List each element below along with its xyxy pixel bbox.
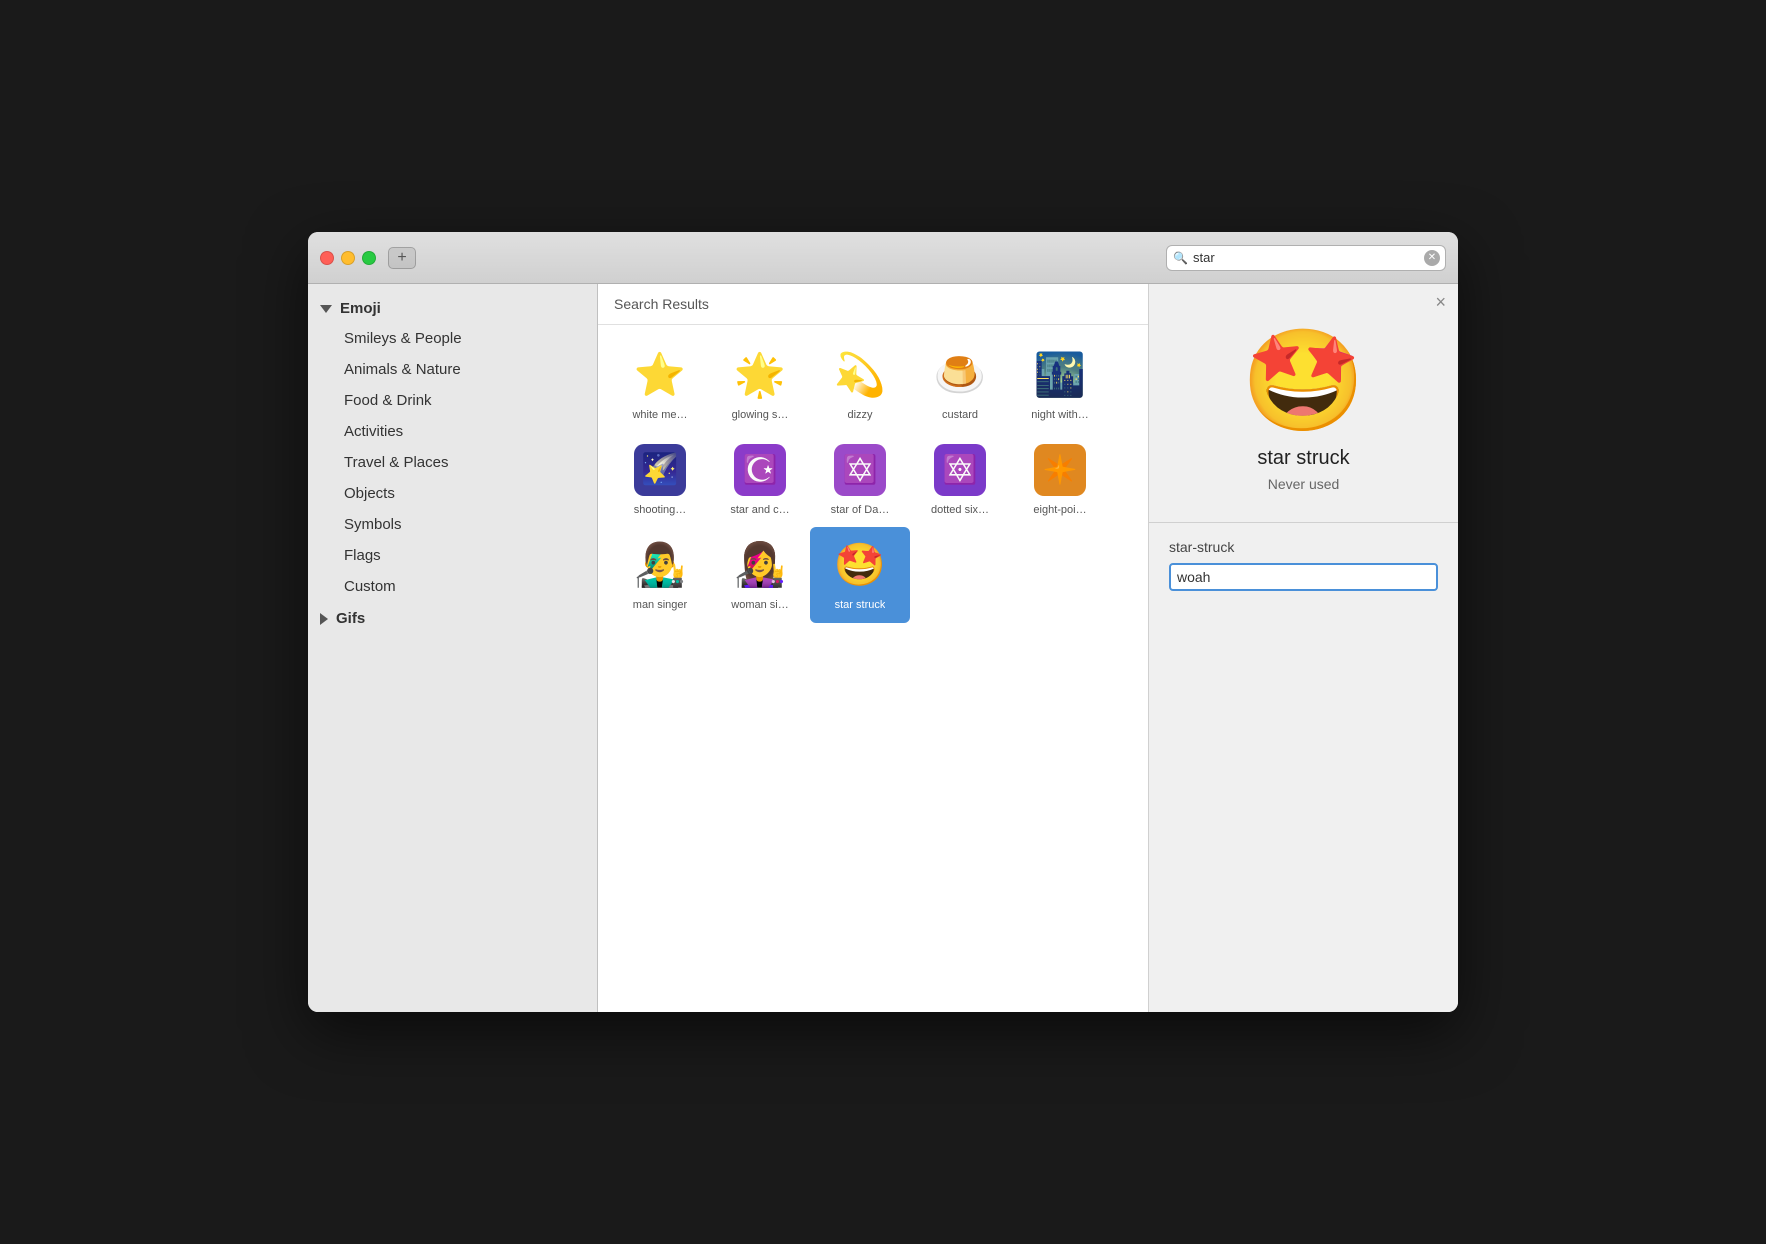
emoji-section-header[interactable]: Emoji <box>308 294 597 323</box>
emoji-item-man-singer[interactable]: 👨‍🎤 man singer <box>610 527 710 622</box>
emoji-label: eight-poi… <box>1033 504 1086 517</box>
sidebar-item-flags[interactable]: Flags <box>308 540 597 571</box>
search-clear-button[interactable]: ✕ <box>1424 250 1440 266</box>
emoji-icon: 👩‍🎤 <box>732 537 788 593</box>
sidebar-item-label: Smileys & People <box>344 330 462 347</box>
close-button[interactable] <box>320 251 334 265</box>
emoji-icon: 🌃 <box>1032 347 1088 403</box>
emoji-icon: 🌠 <box>632 442 688 498</box>
emoji-label: shooting… <box>634 504 687 517</box>
right-panel-close-button[interactable]: × <box>1423 284 1458 321</box>
search-input[interactable] <box>1166 245 1446 271</box>
sidebar-item-label: Food & Drink <box>344 392 432 409</box>
sidebar-item-label: Animals & Nature <box>344 361 461 378</box>
center-panel: Search Results ⭐ white me… 🌟 glowing s… … <box>598 284 1148 1012</box>
emoji-item-glowing-star[interactable]: 🌟 glowing s… <box>710 337 810 432</box>
sidebar-item-activities[interactable]: Activities <box>308 416 597 447</box>
sidebar-item-food[interactable]: Food & Drink <box>308 385 597 416</box>
gifs-section: Gifs <box>308 604 597 633</box>
emoji-label: star of Da… <box>831 504 890 517</box>
app-window: + 🔍 ✕ Emoji Smileys & People Animals & N… <box>308 232 1458 1012</box>
close-icon: × <box>1435 292 1446 312</box>
gifs-section-label: Gifs <box>336 610 365 627</box>
maximize-button[interactable] <box>362 251 376 265</box>
emoji-item-star-crescent[interactable]: ☪️ star and c… <box>710 432 810 527</box>
emoji-item-shooting-star[interactable]: 🌠 shooting… <box>610 432 710 527</box>
sidebar-item-label: Travel & Places <box>344 454 448 471</box>
sidebar-item-label: Objects <box>344 485 395 502</box>
emoji-item-dizzy[interactable]: 💫 dizzy <box>810 337 910 432</box>
emoji-item-night-stars[interactable]: 🌃 night with… <box>1010 337 1110 432</box>
emoji-icon: 🤩 <box>832 537 888 593</box>
sidebar-item-travel[interactable]: Travel & Places <box>308 447 597 478</box>
emoji-item-eight-star[interactable]: ✴️ eight-poi… <box>1010 432 1110 527</box>
preview-alias-input[interactable] <box>1169 563 1438 591</box>
minimize-button[interactable] <box>341 251 355 265</box>
emoji-item-white-star[interactable]: ⭐ white me… <box>610 337 710 432</box>
sidebar-item-animals[interactable]: Animals & Nature <box>308 354 597 385</box>
emoji-icon: ✴️ <box>1032 442 1088 498</box>
emoji-label: woman si… <box>731 599 788 612</box>
emoji-label: star and c… <box>730 504 789 517</box>
sidebar-item-label: Flags <box>344 547 381 564</box>
gifs-triangle-icon <box>320 613 328 625</box>
emoji-item-woman-singer[interactable]: 👩‍🎤 woman si… <box>710 527 810 622</box>
emoji-label: star struck <box>835 599 886 612</box>
sidebar-item-objects[interactable]: Objects <box>308 478 597 509</box>
sidebar-item-label: Custom <box>344 578 396 595</box>
emoji-icon: 🌟 <box>732 347 788 403</box>
sidebar-item-label: Symbols <box>344 516 402 533</box>
new-tab-button[interactable]: + <box>388 247 416 269</box>
emoji-label: dizzy <box>847 409 872 422</box>
search-icon: 🔍 <box>1173 251 1188 265</box>
main-content: Emoji Smileys & People Animals & Nature … <box>308 284 1458 1012</box>
traffic-lights <box>320 251 376 265</box>
sidebar-item-custom[interactable]: Custom <box>308 571 597 602</box>
new-tab-label: + <box>397 249 406 267</box>
emoji-icon: ☪️ <box>732 442 788 498</box>
search-container: 🔍 ✕ <box>1166 245 1446 271</box>
emoji-icon: ⭐ <box>632 347 688 403</box>
emoji-label: custard <box>942 409 978 422</box>
emoji-section-label: Emoji <box>340 300 381 317</box>
search-results-header: Search Results <box>598 284 1148 325</box>
emoji-label: dotted six… <box>931 504 989 517</box>
emoji-label: night with… <box>1031 409 1088 422</box>
titlebar: + 🔍 ✕ <box>308 232 1458 284</box>
emoji-item-star-david[interactable]: ✡️ star of Da… <box>810 432 910 527</box>
sidebar-item-label: Activities <box>344 423 403 440</box>
emoji-icon: 🍮 <box>932 347 988 403</box>
sidebar-item-smileys[interactable]: Smileys & People <box>308 323 597 354</box>
emoji-label: white me… <box>632 409 687 422</box>
emoji-item-star-struck[interactable]: 🤩 star struck <box>810 527 910 622</box>
emoji-icon: ✡️ <box>832 442 888 498</box>
preview-name: star struck <box>1257 447 1349 470</box>
preview-divider <box>1149 522 1458 523</box>
preview-emoji-display: 🤩 <box>1241 325 1366 437</box>
emoji-label: glowing s… <box>732 409 789 422</box>
emoji-section: Emoji Smileys & People Animals & Nature … <box>308 294 597 602</box>
sidebar-item-symbols[interactable]: Symbols <box>308 509 597 540</box>
right-panel: × 🤩 star struck Never used star-struck <box>1148 284 1458 1012</box>
emoji-label: man singer <box>633 599 687 612</box>
emoji-item-dotted-star[interactable]: 🔯 dotted six… <box>910 432 1010 527</box>
emoji-grid: ⭐ white me… 🌟 glowing s… 💫 dizzy 🍮 custa… <box>598 325 1148 635</box>
preview-usage: Never used <box>1268 476 1340 492</box>
emoji-triangle-icon <box>320 305 332 313</box>
gifs-section-header[interactable]: Gifs <box>308 604 597 633</box>
emoji-icon: 💫 <box>832 347 888 403</box>
emoji-icon: 🔯 <box>932 442 988 498</box>
preview-slug: star-struck <box>1149 539 1234 555</box>
emoji-item-custard[interactable]: 🍮 custard <box>910 337 1010 432</box>
emoji-icon: 👨‍🎤 <box>632 537 688 593</box>
sidebar: Emoji Smileys & People Animals & Nature … <box>308 284 598 1012</box>
preview-emoji: 🤩 <box>1241 331 1366 431</box>
